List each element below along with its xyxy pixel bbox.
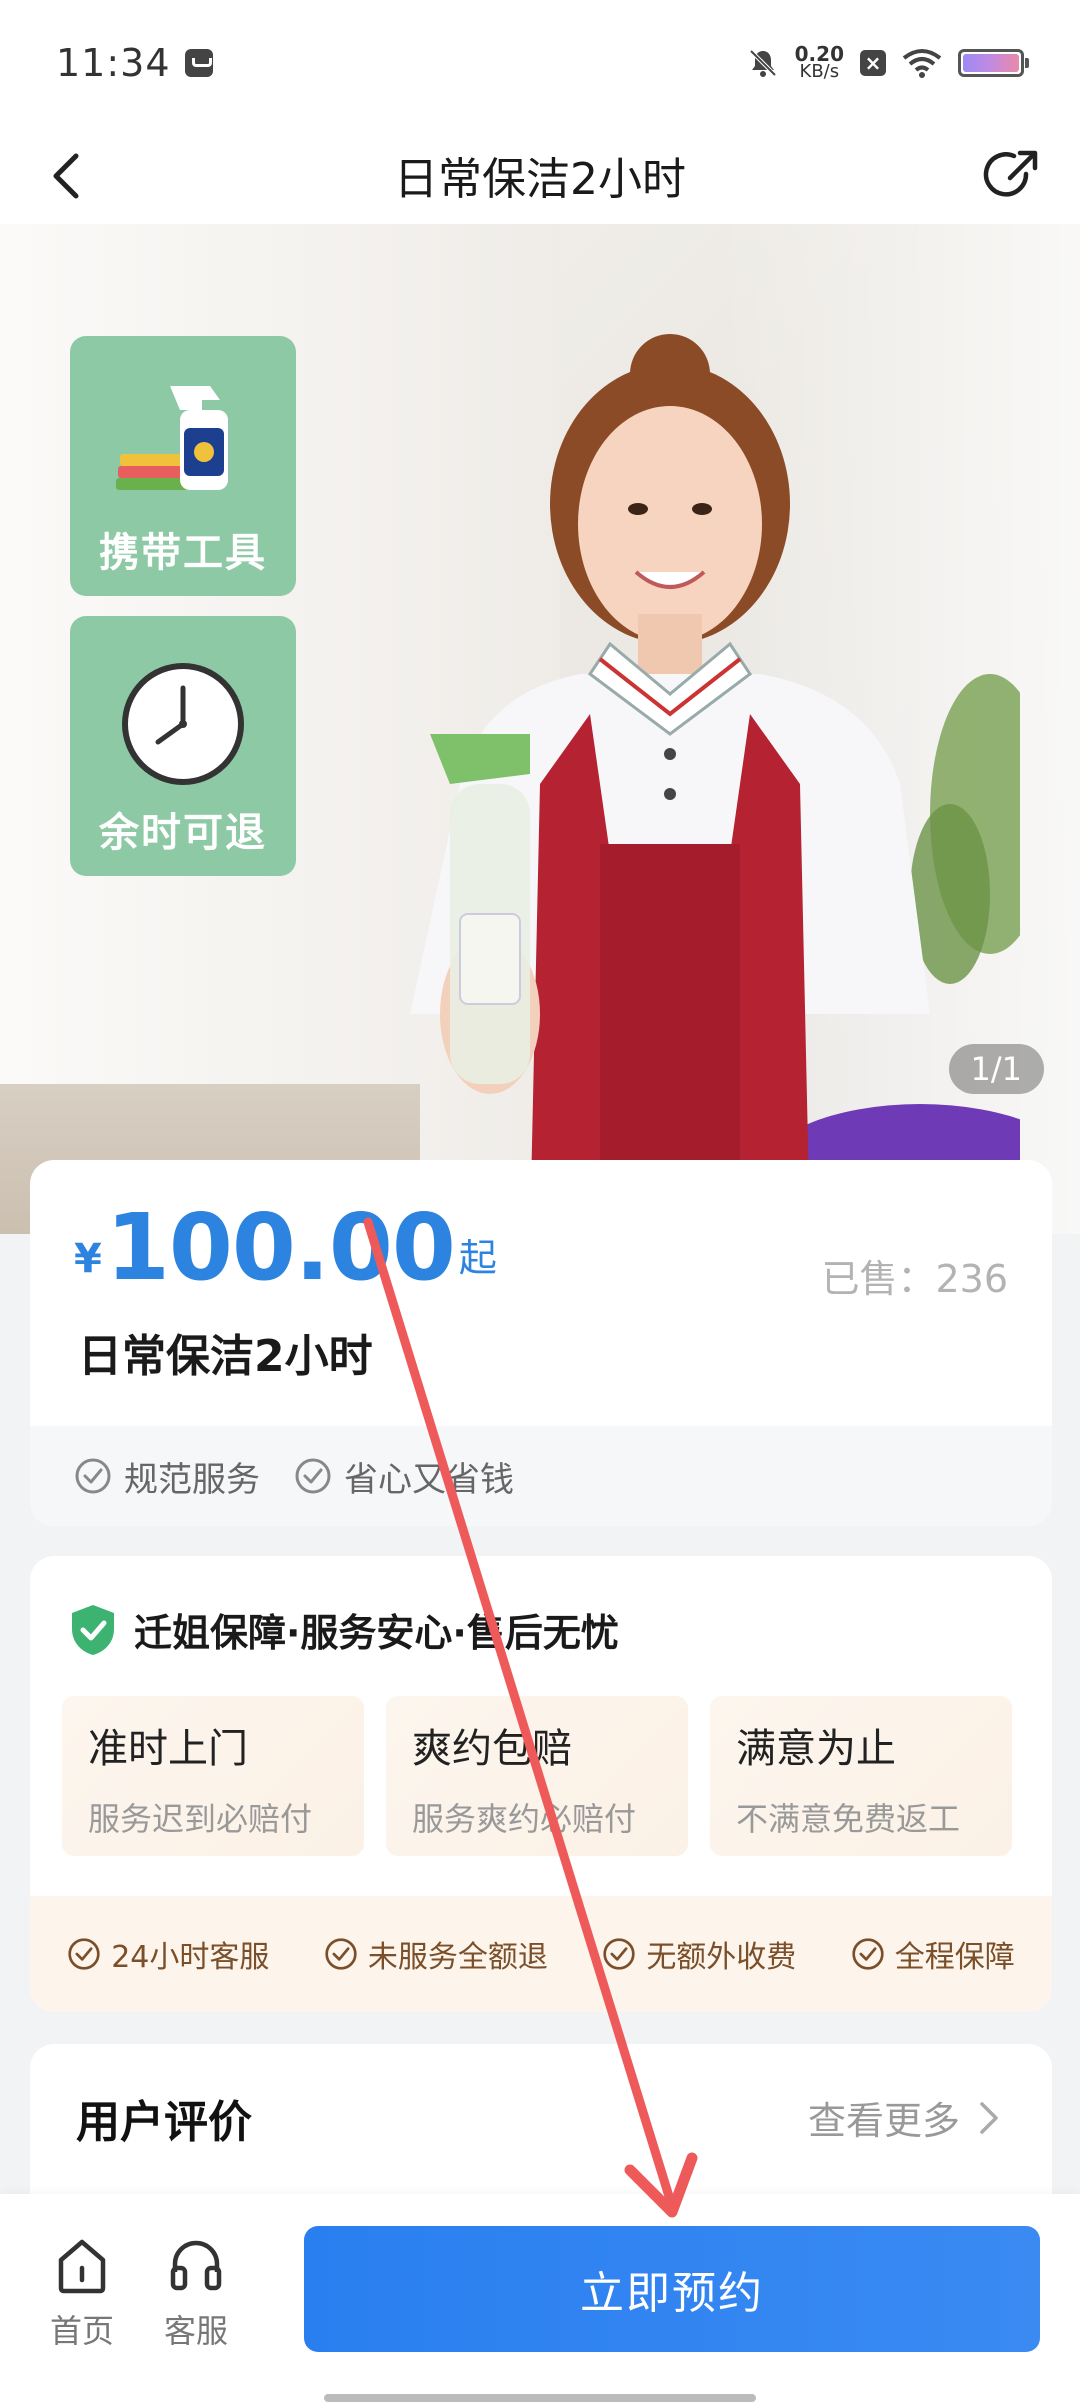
tab-home[interactable]: 首页 [50,2236,114,2352]
guarantee-point-label: 全程保障 [894,1940,1015,1975]
message-icon [184,49,213,77]
headset-icon [170,2240,222,2291]
guarantee-point-label: 24小时客服 [111,1940,270,1975]
tag-item: 规范服务 [74,1452,260,1501]
badge-label: 余时可退 [99,810,267,856]
price-card: ¥ 100.00 起 已售：236 日常保洁2小时 规范服务 省心又省钱 [30,1160,1052,1526]
share-icon[interactable] [982,144,1044,206]
guarantee-point-label: 未服务全额退 [367,1940,548,1975]
check-circle-icon [325,1938,357,1970]
status-bar: 11:34 0.20 KB/s × [0,0,1080,126]
clock-icon [122,663,244,785]
guarantee-header: 迁姐保障·服务安心·售后无忧 [68,1602,619,1657]
status-time: 11:34 [56,41,171,85]
check-circle-icon [852,1938,884,1970]
badge-refund-remaining: 余时可退 [70,616,296,876]
hero-banner[interactable]: 携带工具 余时可退 1/1 [0,224,1080,1234]
book-now-button[interactable]: 立即预约 [304,2226,1040,2352]
guarantee-item-title: 爽约包赔 [412,1726,572,1772]
guarantee-card: 迁姐保障·服务安心·售后无忧 准时上门 服务迟到必赔付 爽约包赔 服务爽约必赔付… [30,1556,1052,2012]
home-indicator[interactable] [324,2394,756,2402]
guarantee-point-label: 无额外收费 [646,1940,797,1975]
badge-carry-tools: 携带工具 [70,336,296,596]
sold-count: 已售：236 [821,1257,1008,1301]
bell-off-icon [749,49,777,77]
guarantee-item-ontime: 准时上门 服务迟到必赔付 [62,1696,364,1856]
cleaner-photo [410,334,1020,1234]
reviews-title: 用户评价 [76,2097,252,2148]
price-row: ¥ 100.00 起 [74,1200,497,1296]
price-suffix: 起 [458,1236,497,1280]
shield-check-icon [72,1604,114,1655]
guarantee-item-title: 准时上门 [88,1726,248,1772]
chevron-right-icon [980,2101,998,2134]
tag-item: 省心又省钱 [294,1452,514,1501]
reviews-section: 用户评价 查看更多 [30,2044,1052,2204]
check-circle-icon [603,1938,635,1970]
guarantee-point: 全程保障 [851,1932,1015,1976]
page: 11:34 0.20 KB/s × 日常保洁2小时 携带工具 余时可退 1/1 … [0,0,1080,2408]
battery-icon [958,49,1029,77]
guarantee-item-satisfaction: 满意为止 不满意免费返工 [710,1696,1012,1856]
badge-label: 携带工具 [99,530,267,576]
tab-customer-service[interactable]: 客服 [164,2236,228,2352]
guarantee-points: 24小时客服 未服务全额退 无额外收费 全程保障 [30,1896,1052,2012]
price-value: 100.00 [105,1194,456,1301]
nav-bar: 日常保洁2小时 [0,126,1080,224]
guarantee-item-title: 满意为止 [736,1726,896,1772]
status-icons: 0.20 KB/s × [747,44,1029,82]
guarantee-title: 迁姐保障·服务安心·售后无忧 [134,1611,619,1655]
product-name: 日常保洁2小时 [78,1331,373,1382]
guarantee-item-sub: 不满意免费返工 [736,1800,961,1838]
home-icon [58,2239,106,2294]
price-currency: ¥ [74,1236,102,1282]
tab-home-label: 首页 [50,2312,115,2350]
sim-x-icon: × [860,50,886,76]
tab-service-label: 客服 [164,2312,229,2350]
check-circle-icon [295,1458,331,1494]
wifi-icon [902,49,942,78]
check-circle-icon [68,1938,100,1970]
guarantee-point: 无额外收费 [602,1932,796,1976]
tag-label: 省心又省钱 [344,1459,514,1500]
service-tags: 规范服务 省心又省钱 [30,1426,1052,1526]
tag-label: 规范服务 [124,1459,260,1500]
page-title: 日常保洁2小时 [394,154,686,205]
network-speed-unit: KB/s [799,61,840,82]
spray-bottle-icon [116,386,228,490]
network-speed: 0.20 KB/s [795,44,844,82]
guarantee-point: 24小时客服 [67,1932,269,1976]
guarantee-point: 未服务全额退 [324,1932,548,1976]
bottom-action-bar: 首页 客服 立即预约 [0,2194,1080,2408]
check-circle-icon [75,1458,111,1494]
view-more-label: 查看更多 [807,2099,960,2143]
view-more-reviews-link[interactable]: 查看更多 [808,2090,1000,2145]
image-counter: 1/1 [948,1044,1044,1094]
guarantee-item-sub: 服务爽约必赔付 [412,1800,637,1838]
back-arrow-icon[interactable] [40,146,100,206]
guarantee-item-sub: 服务迟到必赔付 [88,1800,313,1838]
guarantee-item-noshow: 爽约包赔 服务爽约必赔付 [386,1696,688,1856]
guarantee-items: 准时上门 服务迟到必赔付 爽约包赔 服务爽约必赔付 满意为止 不满意免费返工 [62,1696,1012,1856]
